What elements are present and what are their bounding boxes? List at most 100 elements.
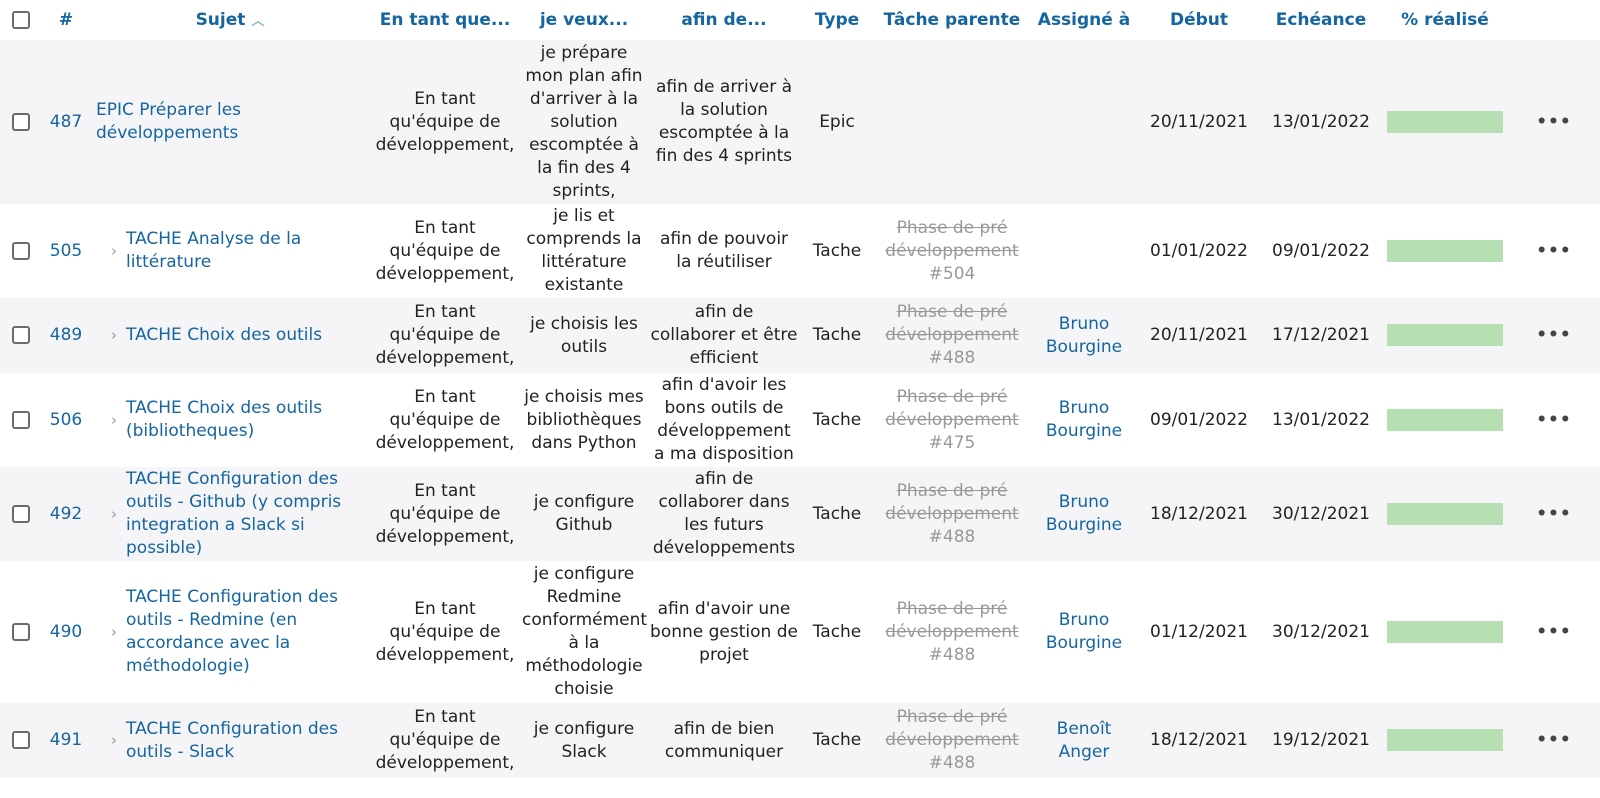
assignee-cell: Benoît Anger [1030,703,1138,778]
row-checkbox[interactable] [12,622,30,641]
parent-task-ref[interactable]: #488 [929,753,976,773]
more-actions-icon[interactable]: ••• [1536,730,1572,750]
assignee-link-line2[interactable]: Bourgine [1046,421,1122,441]
column-header-so-that[interactable]: afin de... [648,0,800,40]
more-actions-icon[interactable]: ••• [1536,504,1572,524]
assignee-cell [1030,204,1138,298]
column-header-id[interactable]: # [42,0,90,40]
issue-id-link[interactable]: 489 [50,325,82,345]
subject-header-label[interactable]: Sujet [196,10,246,30]
column-header-as-a[interactable]: En tant que... [370,0,520,40]
parent-task-ref[interactable]: #488 [929,348,976,368]
column-header-type[interactable]: Type [800,0,874,40]
type-cell: Tache [800,561,874,703]
subject-cell: › TACHE Choix des outils (bibliotheques) [90,373,370,467]
issue-id-link[interactable]: 491 [50,730,82,750]
assignee-link[interactable]: Bruno [1059,314,1110,334]
assignee-link-line2[interactable]: Bourgine [1046,633,1122,653]
parent-task-link-line2[interactable]: développement [885,504,1018,524]
as-a-cell: En tant qu'équipe de développement, [370,373,520,467]
assignee-link[interactable]: Benoît [1057,719,1112,739]
row-checkbox[interactable] [12,241,30,260]
parent-task-link-line2[interactable]: développement [885,730,1018,750]
row-checkbox[interactable] [12,731,30,749]
progress-bar [1387,502,1503,525]
assignee-link-line2[interactable]: Bourgine [1046,515,1122,535]
parent-task-link-line2[interactable]: développement [885,325,1018,345]
progress-cell [1382,467,1508,561]
parent-task-link-line2[interactable]: développement [885,241,1018,261]
parent-task-ref[interactable]: #475 [929,433,976,453]
start-date-cell: 18/12/2021 [1138,703,1260,778]
row-checkbox[interactable] [12,504,30,523]
chevron-right-icon[interactable]: › [104,409,124,432]
issue-subject-link[interactable]: TACHE Configuration des outils - Redmine… [126,586,368,678]
more-actions-icon[interactable]: ••• [1536,241,1572,261]
more-actions-icon[interactable]: ••• [1536,410,1572,430]
chevron-right-icon[interactable]: › [104,729,124,752]
as-a-cell: En tant qu'équipe de développement, [370,467,520,561]
parent-task-link[interactable]: Phase de pré [897,707,1008,727]
parent-task-link-line2[interactable]: développement [885,410,1018,430]
issue-subject-link[interactable]: TACHE Choix des outils (bibliotheques) [126,397,368,443]
issue-subject-link[interactable]: TACHE Choix des outils [126,324,322,347]
issue-subject-link[interactable]: TACHE Configuration des outils - Github … [126,468,368,560]
issue-id-cell: 491 [42,703,90,778]
select-all-checkbox[interactable] [12,11,30,29]
issue-id-link[interactable]: 505 [50,241,82,261]
parent-task-ref[interactable]: #488 [929,645,976,665]
chevron-right-icon[interactable]: › [104,621,124,644]
assignee-link[interactable]: Bruno [1059,610,1110,630]
parent-task-cell: Phase de pré développement #488 [874,561,1030,703]
issues-table: # Sujet ︿ En tant que... je veux... afin … [0,0,1600,778]
more-actions-icon[interactable]: ••• [1536,112,1572,132]
issue-subject-link[interactable]: TACHE Analyse de la littérature [126,228,368,274]
chevron-right-icon[interactable]: › [104,240,124,263]
chevron-right-icon[interactable]: › [104,503,124,526]
row-checkbox[interactable] [12,410,30,429]
actions-cell: ••• [1508,298,1600,373]
more-actions-icon[interactable]: ••• [1536,622,1572,642]
column-header-percent-done[interactable]: % réalisé [1382,0,1508,40]
assignee-link-line2[interactable]: Anger [1059,742,1110,762]
issue-id-link[interactable]: 490 [50,622,82,642]
assignee-link[interactable]: Bruno [1059,492,1110,512]
row-select-cell [0,373,42,467]
parent-task-link[interactable]: Phase de pré [897,599,1008,619]
parent-task-link-line2[interactable]: développement [885,622,1018,642]
column-header-subject[interactable]: Sujet ︿ [90,0,370,40]
column-header-parent-task[interactable]: Tâche parente [874,0,1030,40]
issue-id-link[interactable]: 487 [50,112,82,132]
parent-task-ref[interactable]: #504 [929,264,976,284]
row-checkbox[interactable] [12,112,30,131]
parent-task-link[interactable]: Phase de pré [897,218,1008,238]
table-header-row: # Sujet ︿ En tant que... je veux... afin … [0,0,1600,40]
parent-task-link[interactable]: Phase de pré [897,481,1008,501]
subject-cell: › TACHE Configuration des outils - Slack [90,703,370,778]
column-header-due-date[interactable]: Echéance [1260,0,1382,40]
issue-id-link[interactable]: 492 [50,504,82,524]
progress-bar [1387,620,1503,643]
due-date-cell: 13/01/2022 [1260,373,1382,467]
issue-subject-link[interactable]: TACHE Configuration des outils - Slack [126,718,368,764]
i-want-cell: je lis et comprends la littérature exist… [520,204,648,298]
parent-task-ref[interactable]: #488 [929,527,976,547]
column-header-assignee[interactable]: Assigné à [1030,0,1138,40]
issue-row: 505 › TACHE Analyse de la littérature En… [0,204,1600,298]
type-cell: Tache [800,467,874,561]
assignee-link-line2[interactable]: Bourgine [1046,337,1122,357]
column-header-i-want[interactable]: je veux... [520,0,648,40]
so-that-cell: afin de bien communiquer [648,703,800,778]
i-want-cell: je choisis mes bibliothèques dans Python [520,373,648,467]
assignee-link[interactable]: Bruno [1059,398,1110,418]
issue-subject-link[interactable]: EPIC Préparer les développements [96,99,368,145]
chevron-right-icon[interactable]: › [104,324,124,347]
issue-row: 506 › TACHE Choix des outils (bibliotheq… [0,373,1600,467]
column-header-start-date[interactable]: Début [1138,0,1260,40]
parent-task-link[interactable]: Phase de pré [897,302,1008,322]
actions-cell: ••• [1508,703,1600,778]
parent-task-link[interactable]: Phase de pré [897,387,1008,407]
more-actions-icon[interactable]: ••• [1536,325,1572,345]
row-checkbox[interactable] [12,326,30,344]
issue-id-link[interactable]: 506 [50,410,82,430]
